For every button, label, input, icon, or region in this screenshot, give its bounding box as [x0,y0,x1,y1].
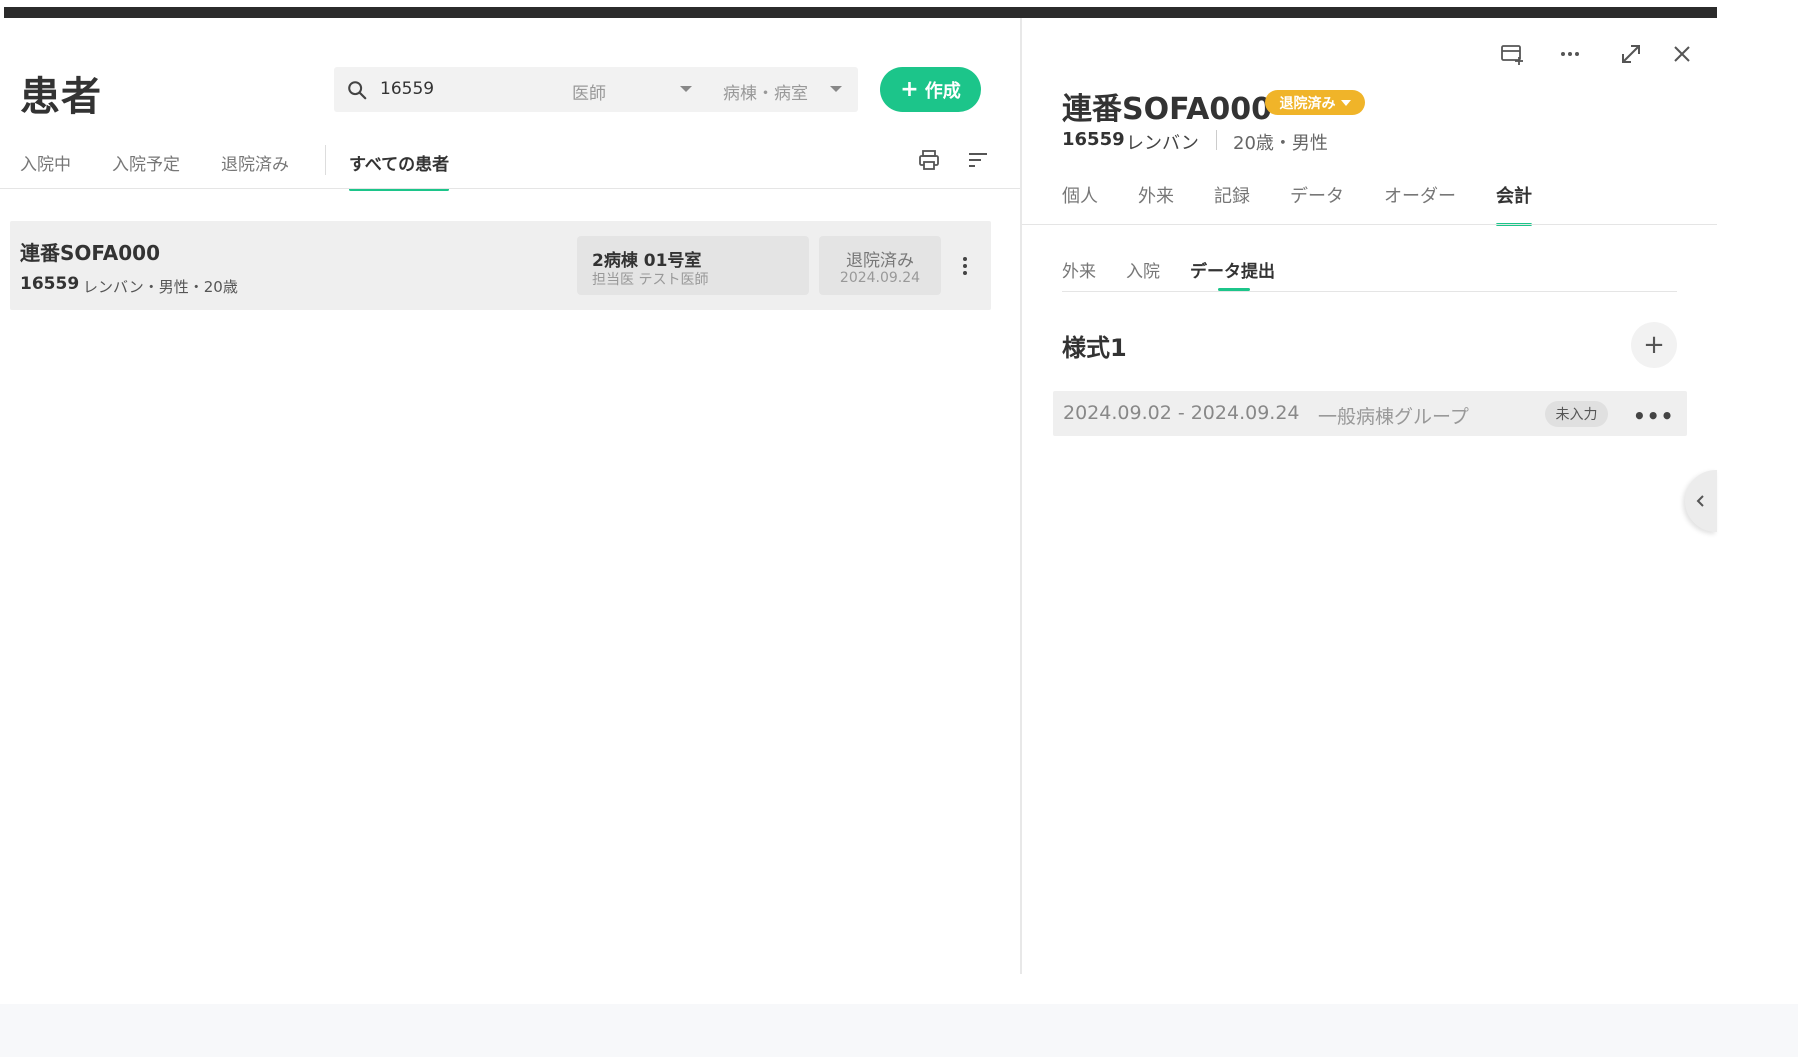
record-date-range: 2024.09.02 - 2024.09.24 [1063,402,1300,424]
more-vertical-icon[interactable] [955,255,975,277]
tab-data[interactable]: データ [1290,182,1344,224]
bottom-strip [0,1004,1798,1057]
status-date: 2024.09.24 [839,270,921,286]
record-row[interactable]: 2024.09.02 - 2024.09.24 一般病棟グループ 未入力 ••• [1053,391,1687,436]
discharge-status: 退院済み 2024.09.24 [819,236,941,295]
search-bar: 16559 医師 病棟・病室 [334,67,858,112]
chevron-down-icon [1340,99,1351,106]
add-card-icon[interactable] [1499,41,1525,67]
chevron-left-icon [1696,495,1704,507]
search-icon [348,81,367,100]
status-label: 退院済み [846,251,914,271]
patient-age-gender: 20歳・男性 [1233,133,1328,154]
record-group: 一般病棟グループ [1318,406,1469,428]
accounting-sub-tabs: 外来 入院 データ提出 [1062,257,1305,291]
tab-accounting[interactable]: 会計 [1496,182,1532,226]
room-info: 2病棟 01号室 担当医 テスト医師 [577,236,809,295]
tab-records[interactable]: 記録 [1214,182,1250,224]
tab-divider [325,145,326,175]
print-icon[interactable] [917,148,941,172]
record-status-badge: 未入力 [1545,401,1608,427]
patient-name: レンバン [1126,133,1199,154]
sort-icon[interactable] [967,150,989,170]
create-button[interactable]: + 作成 [880,67,981,112]
patient-title: 連番SOFA000 [1062,92,1272,127]
tabs-underline [0,188,1020,189]
room-name: 2病棟 01号室 [592,251,702,271]
status-badge[interactable]: 退院済み [1265,90,1365,115]
tab-scheduled[interactable]: 入院予定 [112,146,180,190]
window-top-bar [4,7,1717,18]
status-badge-label: 退院済み [1279,95,1336,112]
tab-inpatient[interactable]: 入院中 [20,146,71,190]
tab-discharged[interactable]: 退院済み [221,146,289,190]
tab-orders[interactable]: オーダー [1384,182,1456,224]
page-title: 患者 [20,74,102,120]
chevron-down-icon[interactable] [830,86,842,92]
more-horizontal-icon[interactable]: ••• [1633,404,1674,428]
sub-tabs-underline [1062,291,1677,292]
doctor-filter-select[interactable]: 医師 [572,79,606,104]
plus-icon: + [1643,330,1665,360]
chevron-down-icon[interactable] [680,86,692,92]
attending-doctor: 担当医 テスト医師 [592,272,709,288]
patient-details: レンバン・男性・20歳 [83,278,238,296]
detail-tabs: 個人 外来 記録 データ オーダー 会計 [1062,182,1572,226]
info-divider [1216,130,1217,150]
add-button[interactable]: + [1631,322,1677,368]
expand-icon[interactable] [1618,41,1644,67]
tabs-underline [1022,224,1717,225]
section-title: 様式1 [1062,334,1127,362]
subtab-outpatient[interactable]: 外来 [1062,257,1096,291]
tab-all-patients[interactable]: すべての患者 [349,146,450,191]
ward-filter-select[interactable]: 病棟・病室 [723,79,808,104]
create-button-label: 作成 [924,80,961,102]
subtab-data-submission[interactable]: データ提出 [1190,257,1275,291]
patient-name: 連番SOFA000 [20,241,160,265]
close-icon[interactable] [1669,41,1695,67]
patient-list-item[interactable]: 連番SOFA000 16559 レンバン・男性・20歳 2病棟 01号室 担当医… [10,221,991,310]
tab-personal[interactable]: 個人 [1062,182,1098,224]
collapse-panel-button[interactable] [1685,470,1717,532]
patient-id: 16559 [20,274,80,294]
tab-outpatient[interactable]: 外来 [1138,182,1174,224]
plus-icon: + [900,76,919,102]
patient-id: 16559 [1062,129,1125,150]
more-horizontal-icon[interactable] [1557,41,1583,67]
subtab-inpatient[interactable]: 入院 [1126,257,1160,291]
patient-tabs: 入院中 入院予定 退院済み すべての患者 [20,146,490,191]
search-input[interactable]: 16559 [380,79,434,99]
panel-divider [1020,18,1022,974]
